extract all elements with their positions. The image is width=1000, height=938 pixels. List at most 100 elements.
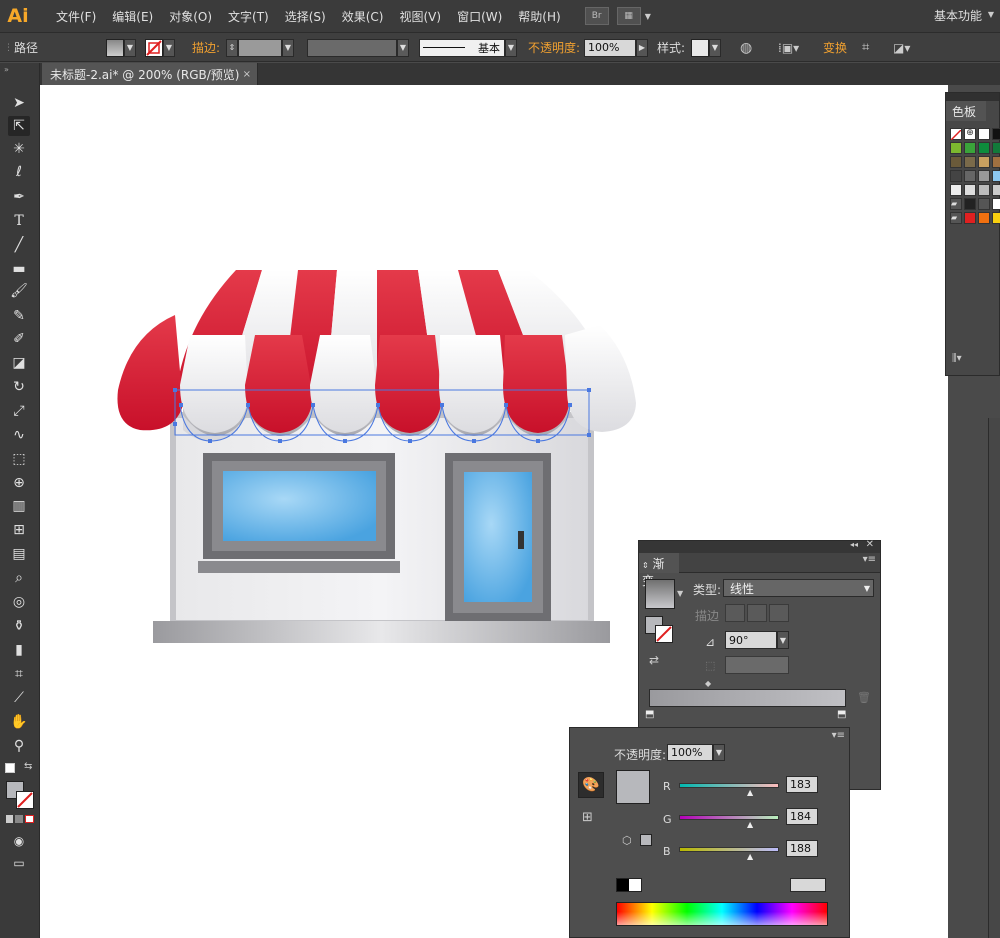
black-white-swatches[interactable]	[616, 878, 642, 892]
stroke-weight-stepper[interactable]: ⇕	[226, 38, 238, 57]
g-slider[interactable]	[679, 815, 779, 820]
color-spectrum-bar[interactable]	[616, 902, 828, 926]
hex-input[interactable]	[790, 878, 826, 892]
swatch[interactable]	[978, 212, 990, 224]
magic-wand-icon[interactable]: ✳	[8, 139, 30, 159]
panel-header[interactable]: ◂◂ ✕	[639, 539, 880, 553]
swatch[interactable]	[992, 156, 1000, 168]
workspace-switcher[interactable]: 基本功能	[934, 7, 982, 24]
menu-view[interactable]: 视图(V)	[391, 8, 449, 25]
rotate-icon[interactable]: ↻	[8, 377, 30, 397]
perspective-icon[interactable]: ▥	[8, 496, 30, 516]
opacity-label[interactable]: 不透明度:	[528, 38, 580, 57]
r-slider-thumb[interactable]: ▲	[747, 788, 753, 797]
stroke-color-icon[interactable]	[655, 625, 673, 643]
swatch[interactable]	[978, 184, 990, 196]
blend-icon[interactable]: ◎	[8, 592, 30, 612]
panel-menu-icon[interactable]: ▾≡	[832, 730, 845, 741]
b-slider[interactable]	[679, 847, 779, 852]
hand-icon[interactable]: ✋	[8, 712, 30, 732]
mesh-icon[interactable]: ⊞	[8, 520, 30, 540]
gradient-type-select[interactable]: 线性 ▼	[723, 579, 874, 597]
zoom-icon[interactable]: ⚲	[8, 736, 30, 756]
gradient-icon[interactable]: ▤	[8, 544, 30, 564]
chevron-down-icon[interactable]: ▼	[163, 38, 175, 57]
color-mode-buttons[interactable]	[6, 815, 34, 823]
variable-width-profile[interactable]	[307, 38, 397, 57]
chevron-down-icon[interactable]: ▼	[282, 38, 294, 57]
default-colors-icon[interactable]	[5, 763, 15, 773]
swatch[interactable]	[964, 156, 976, 168]
paintbrush-icon[interactable]: 🖌	[8, 281, 30, 301]
fill-swatch[interactable]	[106, 38, 124, 57]
swatch[interactable]	[978, 156, 990, 168]
swatch-none[interactable]	[950, 128, 962, 141]
r-input[interactable]: 183	[786, 776, 818, 793]
swatch[interactable]	[964, 170, 976, 182]
slice-icon[interactable]: ⟋	[8, 688, 30, 708]
warp-icon[interactable]: ∿	[8, 425, 30, 445]
chevron-down-icon[interactable]: ▼	[988, 10, 994, 19]
web-safe-swatch[interactable]	[640, 834, 652, 846]
collapse-icon[interactable]: ◂◂	[850, 540, 858, 549]
gradient-slider[interactable]	[649, 689, 846, 707]
close-icon[interactable]: ×	[243, 69, 251, 80]
isolate-icon[interactable]: ⌗	[862, 38, 869, 57]
color-guide-icon[interactable]: ⊞	[582, 810, 593, 825]
lasso-icon[interactable]: ℓ	[8, 162, 30, 182]
swap-colors-icon[interactable]: ⇆	[24, 761, 32, 772]
swatch[interactable]	[950, 156, 962, 168]
arrange-documents-icon[interactable]: ▦	[616, 7, 641, 25]
stroke-label[interactable]: 描边:	[192, 38, 220, 57]
free-transform-icon[interactable]: ⬚	[8, 449, 30, 469]
b-slider-thumb[interactable]: ▲	[747, 852, 753, 861]
g-slider-thumb[interactable]: ▲	[747, 820, 753, 829]
menu-file[interactable]: 文件(F)	[48, 8, 104, 25]
collapse-icon[interactable]: »	[4, 65, 9, 74]
reverse-gradient-icon[interactable]: ⇄	[649, 653, 659, 667]
blob-brush-icon[interactable]: ✐	[8, 329, 30, 349]
panel-header[interactable]	[946, 93, 999, 101]
gradient-midpoint-icon[interactable]: ◆	[705, 679, 711, 688]
swatch[interactable]	[992, 170, 1000, 182]
align-icon[interactable]: ⁞▣▾	[778, 38, 799, 57]
pen-icon[interactable]: ✒	[8, 187, 30, 207]
chevron-down-icon[interactable]: ▼	[505, 38, 517, 57]
panel-menu-icon[interactable]: ▾≡	[863, 554, 876, 565]
chevron-right-icon[interactable]: ▶	[636, 38, 648, 57]
opacity-input[interactable]: 100%	[584, 38, 636, 57]
color-palette-icon[interactable]: 🎨	[578, 772, 604, 798]
bridge-button[interactable]: Br	[584, 7, 609, 25]
swatch[interactable]	[992, 142, 1000, 154]
screen-mode-icon[interactable]: ▭	[8, 853, 30, 873]
swatch[interactable]	[978, 142, 990, 154]
brush-definition-select[interactable]: 基本	[419, 38, 505, 57]
swatch-folder-icon[interactable]: ▰	[950, 198, 962, 210]
swatches-tab[interactable]: 色板	[946, 101, 986, 121]
gradient-stop-right[interactable]: ⬒	[837, 709, 846, 720]
swatch[interactable]	[950, 170, 962, 182]
chevron-down-icon[interactable]: ▼	[709, 38, 721, 57]
gradient-stop-left[interactable]: ⬒	[645, 709, 654, 720]
swatch[interactable]	[992, 212, 1000, 224]
chevron-down-icon[interactable]: ▼	[124, 38, 136, 57]
swatch[interactable]	[978, 170, 990, 182]
stroke-swatch-none[interactable]	[145, 38, 163, 57]
swatch-registration[interactable]: ⊕	[964, 128, 976, 140]
rectangle-icon[interactable]: ▬	[8, 259, 30, 279]
menu-object[interactable]: 对象(O)	[161, 8, 220, 25]
menu-type[interactable]: 文字(T)	[220, 8, 277, 25]
selection-tool-icon[interactable]: ➤	[8, 93, 30, 113]
current-color-swatch[interactable]	[616, 770, 650, 804]
chevron-down-icon[interactable]: ▼	[645, 12, 651, 21]
menu-help[interactable]: 帮助(H)	[510, 8, 568, 25]
pencil-icon[interactable]: ✎	[8, 306, 30, 326]
b-input[interactable]: 188	[786, 840, 818, 857]
swatch[interactable]	[950, 142, 962, 154]
swatch[interactable]	[992, 184, 1000, 196]
swatch[interactable]	[992, 128, 1000, 140]
recolor-artwork-icon[interactable]: ◍	[740, 38, 752, 57]
transform-label[interactable]: 变换	[823, 38, 847, 57]
scale-icon[interactable]: ⤢	[8, 401, 30, 421]
chevron-down-icon[interactable]: ▼	[397, 38, 409, 57]
